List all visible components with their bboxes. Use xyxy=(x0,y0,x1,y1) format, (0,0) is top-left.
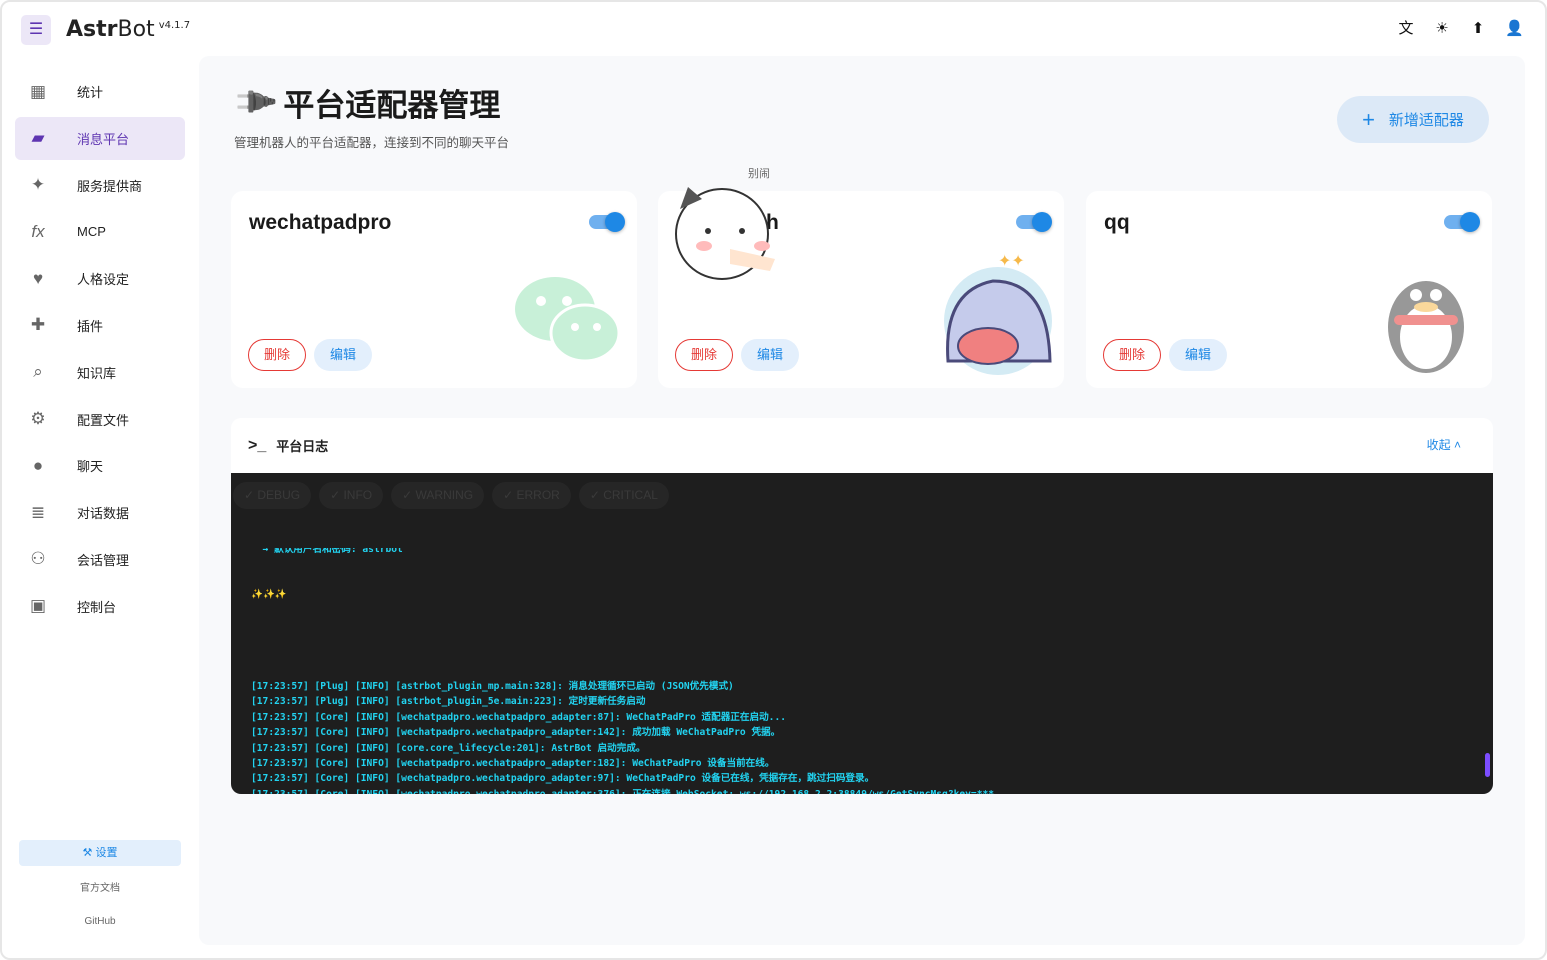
database-icon: ≣ xyxy=(30,502,46,522)
sidebar-item-stats[interactable]: ▦ 统计 xyxy=(15,70,185,113)
version-label: v4.1.7 xyxy=(158,20,191,31)
puzzle-icon: ✚ xyxy=(30,315,46,335)
delete-button[interactable]: 删除 xyxy=(1103,339,1161,371)
page-subtitle: 管理机器人的平台适配器，连接到不同的聊天平台 xyxy=(234,136,510,150)
enable-toggle[interactable] xyxy=(589,212,625,232)
sidebar-item-config[interactable]: ⚙ 配置文件 xyxy=(15,398,185,441)
filter-chip-warning[interactable]: ✓ WARNING xyxy=(391,482,485,509)
log-line: [17:23:57] [Core] [INFO] [wechatpadpro.w… xyxy=(251,757,775,769)
sidebar-item-sessions[interactable]: ⚇ 会话管理 xyxy=(15,538,185,581)
theme-icon[interactable]: ☀ xyxy=(1433,20,1451,38)
cat-sticker-icon xyxy=(675,187,775,280)
heart-icon: ♥ xyxy=(32,268,44,288)
log-lines: → 默认用户名和密码: astrbot ✨✨✨ [17:23:57] [Plug… xyxy=(251,517,994,794)
plus-icon: + xyxy=(1362,106,1375,132)
add-adapter-button[interactable]: + 新增适配器 xyxy=(1337,96,1489,143)
chat-icon: ● xyxy=(32,455,44,475)
log-line: [17:23:57] [Core] [INFO] [wechatpadpro.w… xyxy=(251,787,994,794)
settings-button[interactable]: ⚒ 设置 xyxy=(19,840,181,866)
sparkle-icon: ✦ xyxy=(30,175,46,195)
log-line: ✨✨✨ xyxy=(251,588,287,600)
github-link[interactable]: GitHub xyxy=(19,911,181,932)
sidebar-item-console[interactable]: ▣ 控制台 xyxy=(15,585,185,628)
sidebar-item-persona[interactable]: ♥ 人格设定 xyxy=(15,257,185,300)
plug-icon: 🔌 xyxy=(229,77,280,128)
chevron-up-icon: ˄ xyxy=(1453,438,1461,452)
adapter-card: qq 删除 编辑 xyxy=(1086,191,1492,388)
log-line: [17:23:57] [Core] [INFO] [core.core_life… xyxy=(251,742,646,754)
message-icon: ▰ xyxy=(31,128,45,148)
log-title: 平台日志 xyxy=(276,439,329,454)
function-icon: fx xyxy=(31,221,45,241)
scrollbar[interactable] xyxy=(1485,753,1490,777)
edit-button[interactable]: 编辑 xyxy=(314,339,372,371)
console-icon: ▣ xyxy=(29,596,47,616)
people-icon: ⚇ xyxy=(30,549,46,569)
log-console: ✓ DEBUG ✓ INFO ✓ WARNING ✓ ERROR ✓ CRITI… xyxy=(231,473,1493,794)
collapse-button[interactable]: 收起 ˄ xyxy=(1427,436,1461,453)
svg-text:✦✦: ✦✦ xyxy=(998,253,1025,270)
terminal-icon: >_ xyxy=(248,436,267,454)
translate-icon[interactable]: 文 xyxy=(1397,20,1415,38)
update-icon[interactable]: ⬆ xyxy=(1469,20,1487,38)
delete-button[interactable]: 删除 xyxy=(248,339,306,371)
shark-sticker-icon: ✦✦ xyxy=(944,253,1052,375)
book-search-icon: ⌕ xyxy=(33,362,43,382)
wechat-logo-icon xyxy=(515,277,621,363)
filter-chip-error[interactable]: ✓ ERROR xyxy=(492,482,571,509)
docs-link[interactable]: 官方文档 xyxy=(19,878,181,899)
dashboard-icon: ▦ xyxy=(29,81,47,101)
platform-log-panel: >_ 平台日志 收起 ˄ ✓ DEBUG ✓ INFO ✓ WARNING ✓ E… xyxy=(231,418,1493,794)
log-line: → 默认用户名和密码: astrbot xyxy=(251,547,403,555)
sidebar-item-chat[interactable]: ● 聊天 xyxy=(15,444,185,487)
sidebar-item-knowledge[interactable]: ⌕ 知识库 xyxy=(15,351,185,394)
adapter-card: h 别闹 ✦✦ 删除 编辑 xyxy=(658,168,1064,388)
sidebar: ▦ 统计 ▰ 消息平台 ✦ 服务提供商 fx MCP ♥ 人格设定 ✚ 插件 ⌕ 知识库 ⚙ 配… xyxy=(15,70,185,632)
sidebar-item-platforms[interactable]: ▰ 消息平台 xyxy=(15,116,185,160)
delete-button[interactable]: 删除 xyxy=(675,339,733,371)
log-line: [17:23:57] [Plug] [INFO] [astrbot_plugin… xyxy=(251,696,646,708)
app-logo: AstrBot v4.1.7 xyxy=(66,17,191,42)
wrench-icon: ⚒ xyxy=(82,847,96,859)
log-line: [17:23:57] [Core] [INFO] [wechatpadpro.w… xyxy=(251,727,781,739)
filter-chip-info[interactable]: ✓ INFO xyxy=(319,482,384,509)
enable-toggle[interactable] xyxy=(1016,212,1052,232)
page-title: 🔌 平台适配器管理 xyxy=(229,77,501,128)
adapter-card: wechatpadpro 删除 编辑 xyxy=(231,191,637,388)
gear-icon: ⚙ xyxy=(30,409,46,429)
filter-chip-debug[interactable]: ✓ DEBUG xyxy=(233,482,312,509)
filter-chip-critical[interactable]: ✓ CRITICAL xyxy=(578,482,669,509)
menu-toggle-button[interactable]: ☰ xyxy=(21,15,51,45)
top-bar: ☰ AstrBot v4.1.7 文 ☀ ⬆ 👤 xyxy=(0,0,1547,60)
sidebar-item-plugins[interactable]: ✚ 插件 xyxy=(15,304,185,347)
log-line: [17:23:57] [Core] [INFO] [wechatpadpro.w… xyxy=(251,773,875,785)
enable-toggle[interactable] xyxy=(1444,212,1480,232)
log-line: [17:23:57] [Core] [INFO] [wechatpadpro.w… xyxy=(251,711,787,723)
edit-button[interactable]: 编辑 xyxy=(741,339,799,371)
sidebar-item-mcp[interactable]: fx MCP xyxy=(15,210,185,253)
qq-penguin-icon xyxy=(1388,281,1464,373)
sidebar-item-conversations[interactable]: ≣ 对话数据 xyxy=(15,491,185,534)
edit-button[interactable]: 编辑 xyxy=(1169,339,1227,371)
sidebar-item-providers[interactable]: ✦ 服务提供商 xyxy=(15,164,185,207)
log-line: [17:23:57] [Plug] [INFO] [astrbot_plugin… xyxy=(251,681,734,693)
account-icon[interactable]: 👤 xyxy=(1505,20,1524,38)
